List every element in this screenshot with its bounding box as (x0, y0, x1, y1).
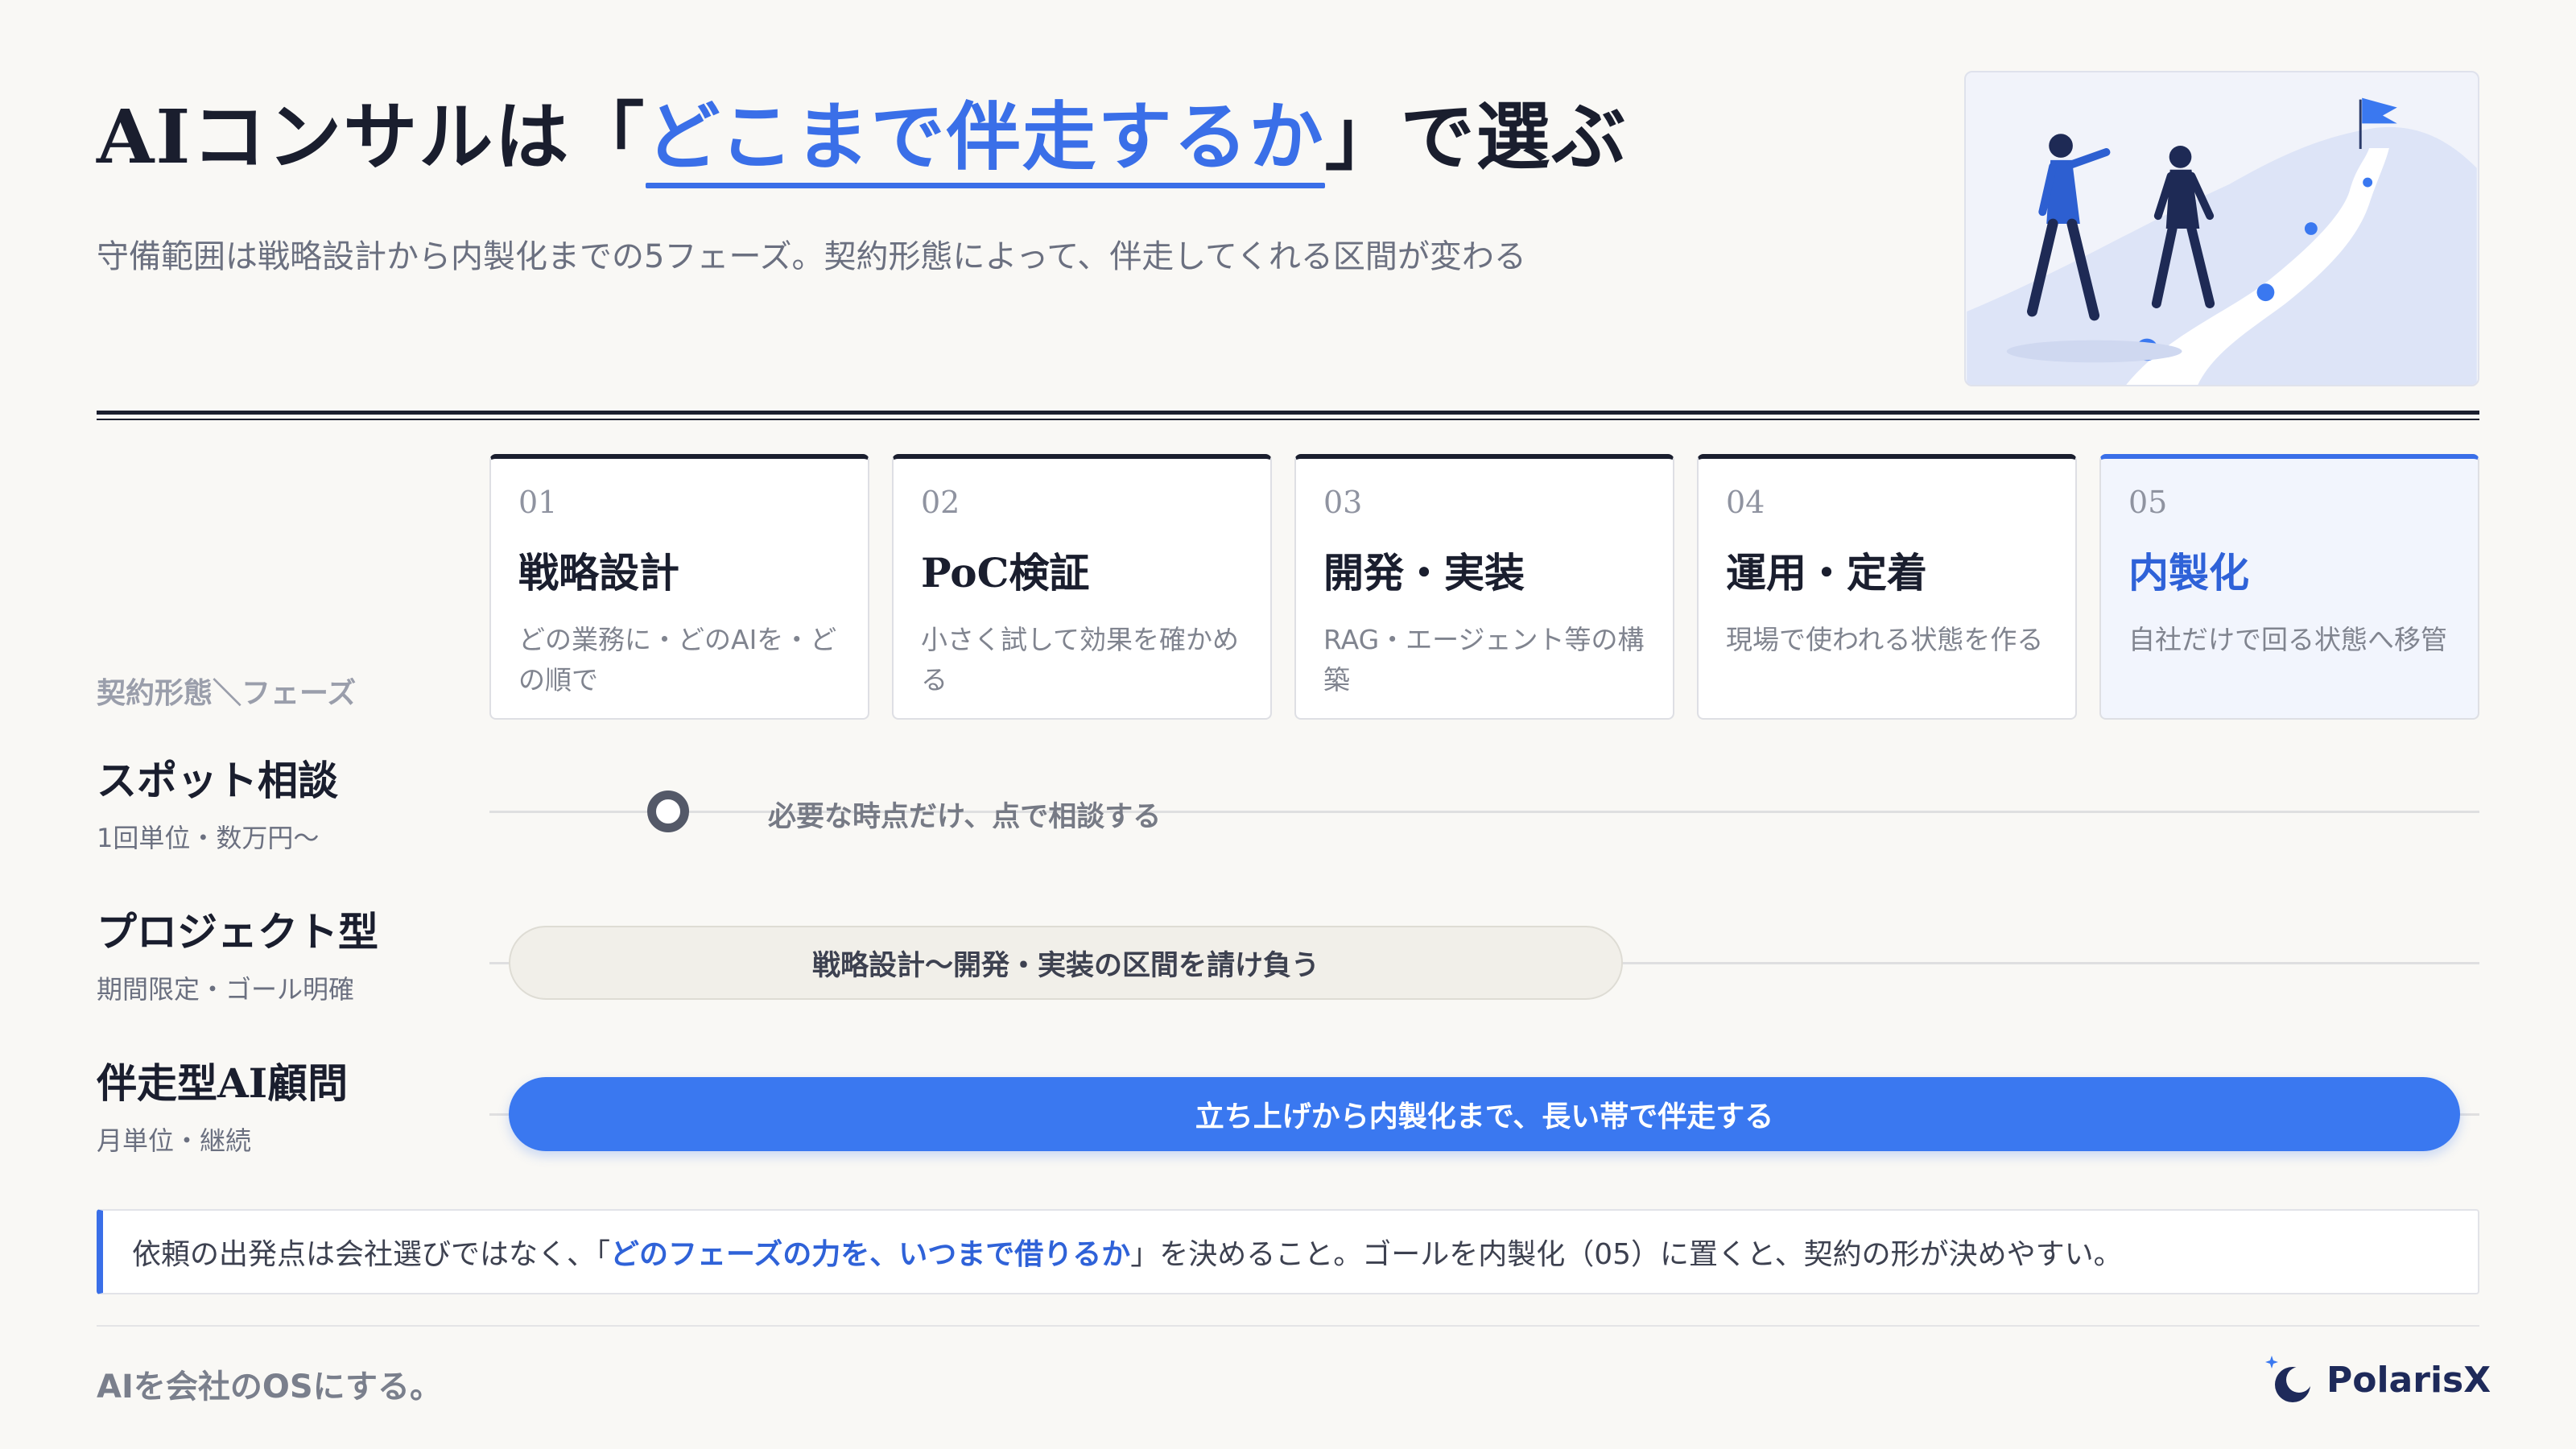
row-title-spot: スポット相談 (97, 757, 338, 804)
phase-name: 内製化 (2128, 549, 2249, 597)
phase-name: PoC検証 (921, 549, 1090, 597)
title-prefix: AIコンサルは「 (97, 93, 646, 180)
phase-card-01: 01 戦略設計 どの業務に・どのAIを・どの順で (489, 454, 869, 720)
note-emphasis: どのフェーズの力を、いつまで借りるか (610, 1238, 1131, 1271)
phase-description: 現場で使われる状態を作る (1726, 624, 2044, 655)
phase-card-03: 03 開発・実装 RAG・エージェント等の構築 (1294, 454, 1674, 720)
title-suffix: 」で選ぶ (1324, 93, 1628, 180)
phase-description: RAG・エージェント等の構築 (1323, 624, 1645, 696)
page-title: AIコンサルは「どこまで伴走するか」で選ぶ (97, 93, 1628, 188)
header-divider-thin (97, 419, 2479, 420)
footer-divider (97, 1325, 2479, 1327)
phase-name: 運用・定着 (1726, 549, 1927, 597)
page-subtitle: 守備範囲は戦略設計から内製化までの5フェーズ。契約形態によって、伴走してくれる区… (97, 238, 1526, 275)
row-sub-spot: 1回単位・数万円〜 (97, 823, 320, 853)
footer-tagline: AIを会社のOSにする。 (97, 1368, 443, 1406)
brand-name: PolarisX (2326, 1359, 2491, 1401)
phase-description: 小さく試して効果を確かめる (921, 624, 1240, 696)
phase-card-05: 05 内製化 自社だけで回る状態へ移管 (2099, 454, 2479, 720)
phase-number: 05 (2128, 485, 2168, 520)
phase-number: 01 (518, 485, 558, 520)
phase-card-04: 04 運用・定着 現場で使われる状態を作る (1697, 454, 2077, 720)
note-text-after: 」を決めること。ゴールを内製化（05）に置くと、契約の形が決めやすい。 (1130, 1238, 2123, 1271)
spot-coverage-text: 必要な時点だけ、点で相談する (768, 801, 1162, 833)
row-title-project: プロジェクト型 (97, 908, 378, 956)
summary-note: 依頼の出発点は会社選びではなく、「 どのフェーズの力を、いつまで借りるか 」を決める… (97, 1209, 2479, 1294)
row-title-advisor: 伴走型AI顧問 (97, 1059, 349, 1107)
title-highlight: どこまで伴走するか (646, 93, 1325, 188)
two-people-walking-to-flag-icon (1967, 97, 2477, 385)
phase-number: 03 (1323, 485, 1363, 520)
phase-number: 02 (921, 485, 960, 520)
brand-logo: PolarisX (2264, 1354, 2491, 1406)
phase-description: 自社だけで回る状態へ移管 (2128, 624, 2447, 655)
advisor-coverage-bar: 立ち上げから内製化まで、長い帯で伴走する (509, 1077, 2460, 1151)
phase-number: 04 (1726, 485, 1765, 520)
project-coverage-bar: 戦略設計〜開発・実装の区間を請け負う (509, 926, 1623, 1000)
polarisx-logo-icon (2265, 1356, 2312, 1402)
phase-description: どの業務に・どのAIを・どの順で (518, 624, 837, 696)
walking-to-flag-illustration (1964, 71, 2479, 386)
phase-card-02: 02 PoC検証 小さく試して効果を確かめる (892, 454, 1272, 720)
note-text-before: 依頼の出発点は会社選びではなく、「 (132, 1238, 611, 1271)
row-sub-advisor: 月単位・継続 (97, 1125, 252, 1156)
spot-marker (647, 791, 689, 832)
row-sub-project: 期間限定・ゴール明確 (97, 974, 355, 1005)
phase-name: 戦略設計 (518, 549, 679, 597)
axis-label: 契約形態＼フェーズ (97, 677, 357, 710)
header-divider-thick (97, 411, 2479, 415)
phase-name: 開発・実装 (1323, 549, 1525, 597)
